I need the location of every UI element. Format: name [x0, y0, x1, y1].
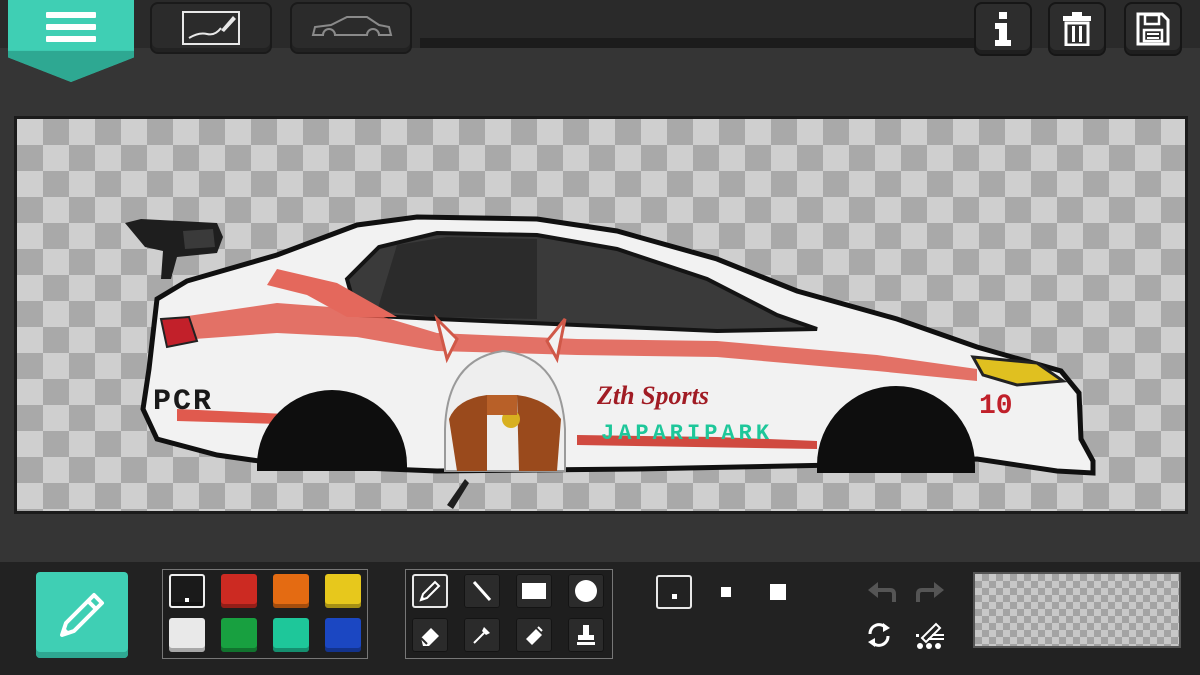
stamp-tool[interactable] [568, 618, 604, 652]
brush-size-small-dot [671, 593, 677, 599]
toolbar-divider [420, 38, 980, 48]
hamburger-menu-icon[interactable] [46, 12, 96, 46]
color-swatch-blue[interactable] [325, 618, 361, 652]
floppy-disk-icon [1136, 12, 1170, 46]
eyedropper-tool[interactable] [464, 618, 500, 652]
color-swatch-yellow[interactable] [325, 574, 361, 608]
drawing-canvas[interactable]: PCR Zth Sports JAPARIPARK 10 [17, 119, 1185, 511]
eyedropper-icon [473, 627, 490, 644]
circle-icon [575, 580, 597, 602]
fill-tool[interactable] [516, 618, 552, 652]
line-tool[interactable] [464, 574, 500, 608]
sponsor-text: Zth Sports [597, 381, 709, 410]
eraser-tool[interactable] [412, 618, 448, 652]
line-drawing-icon [182, 11, 240, 45]
tool-palette [405, 569, 613, 659]
rear-text: PCR [153, 385, 214, 419]
brush-size-large-dot [770, 584, 786, 600]
brush-size-large[interactable] [760, 575, 796, 609]
stamp-icon [577, 625, 595, 645]
pencil-icon [60, 593, 104, 637]
car-template-button[interactable] [290, 2, 412, 54]
color-swatch-red[interactable] [221, 574, 257, 608]
undo-arrow-icon [868, 582, 896, 602]
info-button[interactable] [974, 2, 1032, 56]
paint-bucket-icon [526, 626, 543, 645]
eraser-icon [420, 628, 439, 646]
pencil-tool[interactable] [412, 574, 448, 608]
rotate-button[interactable] [862, 618, 896, 652]
color-swatch-white[interactable] [169, 618, 205, 652]
circle-tool[interactable] [568, 574, 604, 608]
color-swatch-teal[interactable] [273, 618, 309, 652]
trash-icon [1063, 12, 1091, 46]
rectangle-icon [522, 583, 546, 599]
side-text: JAPARIPARK [601, 421, 774, 446]
pencil-icon [419, 580, 441, 602]
brush-size-medium[interactable] [708, 575, 744, 609]
rectangle-tool[interactable] [516, 574, 552, 608]
selected-indicator [185, 598, 189, 602]
car-number: 10 [979, 391, 1013, 422]
redo-arrow-icon [916, 582, 944, 602]
dither-button[interactable] [914, 618, 948, 652]
color-swatch-orange[interactable] [273, 574, 309, 608]
active-tool-button[interactable] [36, 572, 128, 658]
color-swatch-green[interactable] [221, 618, 257, 652]
brush-size-small[interactable] [656, 575, 692, 609]
info-icon [995, 12, 1011, 46]
color-swatch-black[interactable] [169, 574, 205, 608]
car-livery-drawing [125, 214, 1096, 509]
color-palette [162, 569, 368, 659]
dither-brush-icon [916, 622, 944, 649]
draw-mode-button[interactable] [150, 2, 272, 54]
save-button[interactable] [1124, 2, 1182, 56]
car-outline-icon [311, 16, 393, 36]
line-icon [472, 581, 492, 601]
rotate-icon [868, 623, 890, 647]
canvas-preview-thumbnail[interactable] [973, 572, 1181, 648]
undo-button[interactable] [864, 576, 898, 610]
delete-button[interactable] [1048, 2, 1106, 56]
redo-button[interactable] [914, 576, 948, 610]
brush-size-medium-dot [721, 587, 731, 597]
